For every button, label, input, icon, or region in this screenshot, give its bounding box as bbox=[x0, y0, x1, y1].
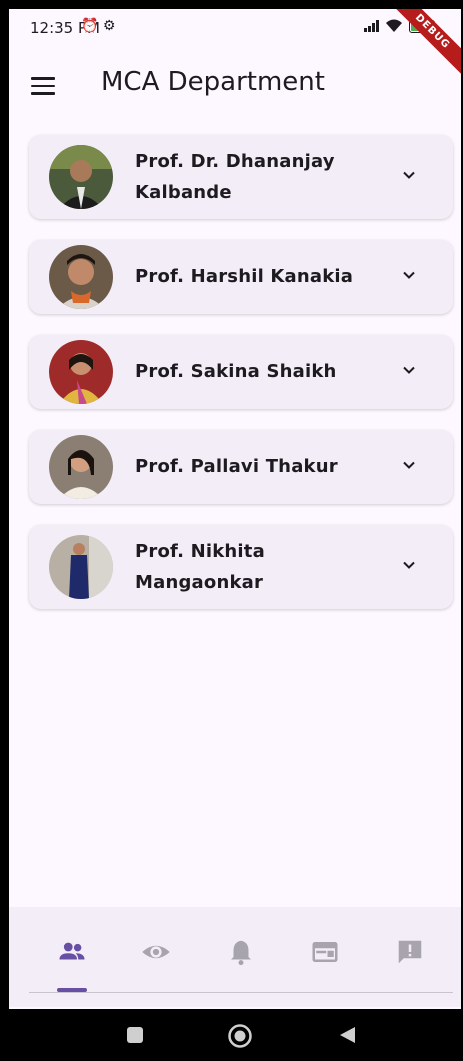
feedback-icon bbox=[398, 940, 422, 964]
chevron-down-icon[interactable] bbox=[401, 267, 417, 283]
chevron-down-icon[interactable] bbox=[401, 362, 417, 378]
app-screen: 12:35 PM ⏰ ⚙ DEBUG MCA Department Prof. … bbox=[9, 9, 461, 1061]
faculty-card[interactable]: Prof. Harshil Kanakia bbox=[29, 240, 453, 314]
faculty-list: Prof. Dr. Dhananjay Kalbande Prof. Harshi… bbox=[29, 135, 453, 630]
system-navigation-bar bbox=[9, 1009, 461, 1061]
nav-item-people[interactable] bbox=[52, 937, 92, 973]
faculty-name: Prof. Sakina Shaikh bbox=[135, 361, 337, 382]
home-icon[interactable] bbox=[227, 1023, 253, 1049]
faculty-card[interactable]: Prof. Dr. Dhananjay Kalbande bbox=[29, 135, 453, 219]
faculty-name: Prof. Harshil Kanakia bbox=[135, 266, 354, 287]
menu-icon[interactable] bbox=[31, 77, 55, 95]
faculty-card[interactable]: Prof. Pallavi Thakur bbox=[29, 430, 453, 504]
app-bar: MCA Department bbox=[9, 49, 461, 121]
avatar bbox=[49, 435, 113, 499]
nav-item-feedback[interactable] bbox=[390, 937, 430, 973]
chevron-down-icon[interactable] bbox=[401, 167, 417, 183]
nav-item-cards[interactable] bbox=[305, 937, 345, 973]
wifi-icon bbox=[386, 19, 402, 32]
bottom-navigation bbox=[9, 907, 461, 1007]
chevron-down-icon[interactable] bbox=[401, 457, 417, 473]
status-notification-icons: ⏰ ⚙ bbox=[81, 18, 116, 34]
avatar bbox=[49, 245, 113, 309]
recents-icon[interactable] bbox=[125, 1025, 145, 1045]
avatar bbox=[49, 145, 113, 209]
eye-icon bbox=[142, 945, 170, 959]
faculty-name: Prof. Pallavi Thakur bbox=[135, 456, 338, 477]
avatar bbox=[49, 340, 113, 404]
faculty-name: Prof. Nikhita Mangaonkar bbox=[135, 541, 265, 593]
signal-icon bbox=[364, 20, 379, 32]
nav-item-view[interactable] bbox=[136, 937, 176, 973]
nav-divider bbox=[29, 992, 453, 993]
chevron-down-icon[interactable] bbox=[401, 557, 417, 573]
page-title: MCA Department bbox=[101, 67, 325, 97]
faculty-card[interactable]: Prof. Sakina Shaikh bbox=[29, 335, 453, 409]
people-icon bbox=[59, 942, 85, 960]
bell-icon bbox=[231, 940, 251, 966]
status-bar: 12:35 PM ⏰ ⚙ DEBUG bbox=[9, 9, 461, 78]
faculty-card[interactable]: Prof. Nikhita Mangaonkar bbox=[29, 525, 453, 609]
card-icon bbox=[312, 942, 338, 962]
back-icon[interactable] bbox=[337, 1025, 357, 1045]
avatar bbox=[49, 535, 113, 599]
nav-item-notifications[interactable] bbox=[221, 937, 261, 973]
faculty-name: Prof. Dr. Dhananjay Kalbande bbox=[135, 151, 335, 203]
